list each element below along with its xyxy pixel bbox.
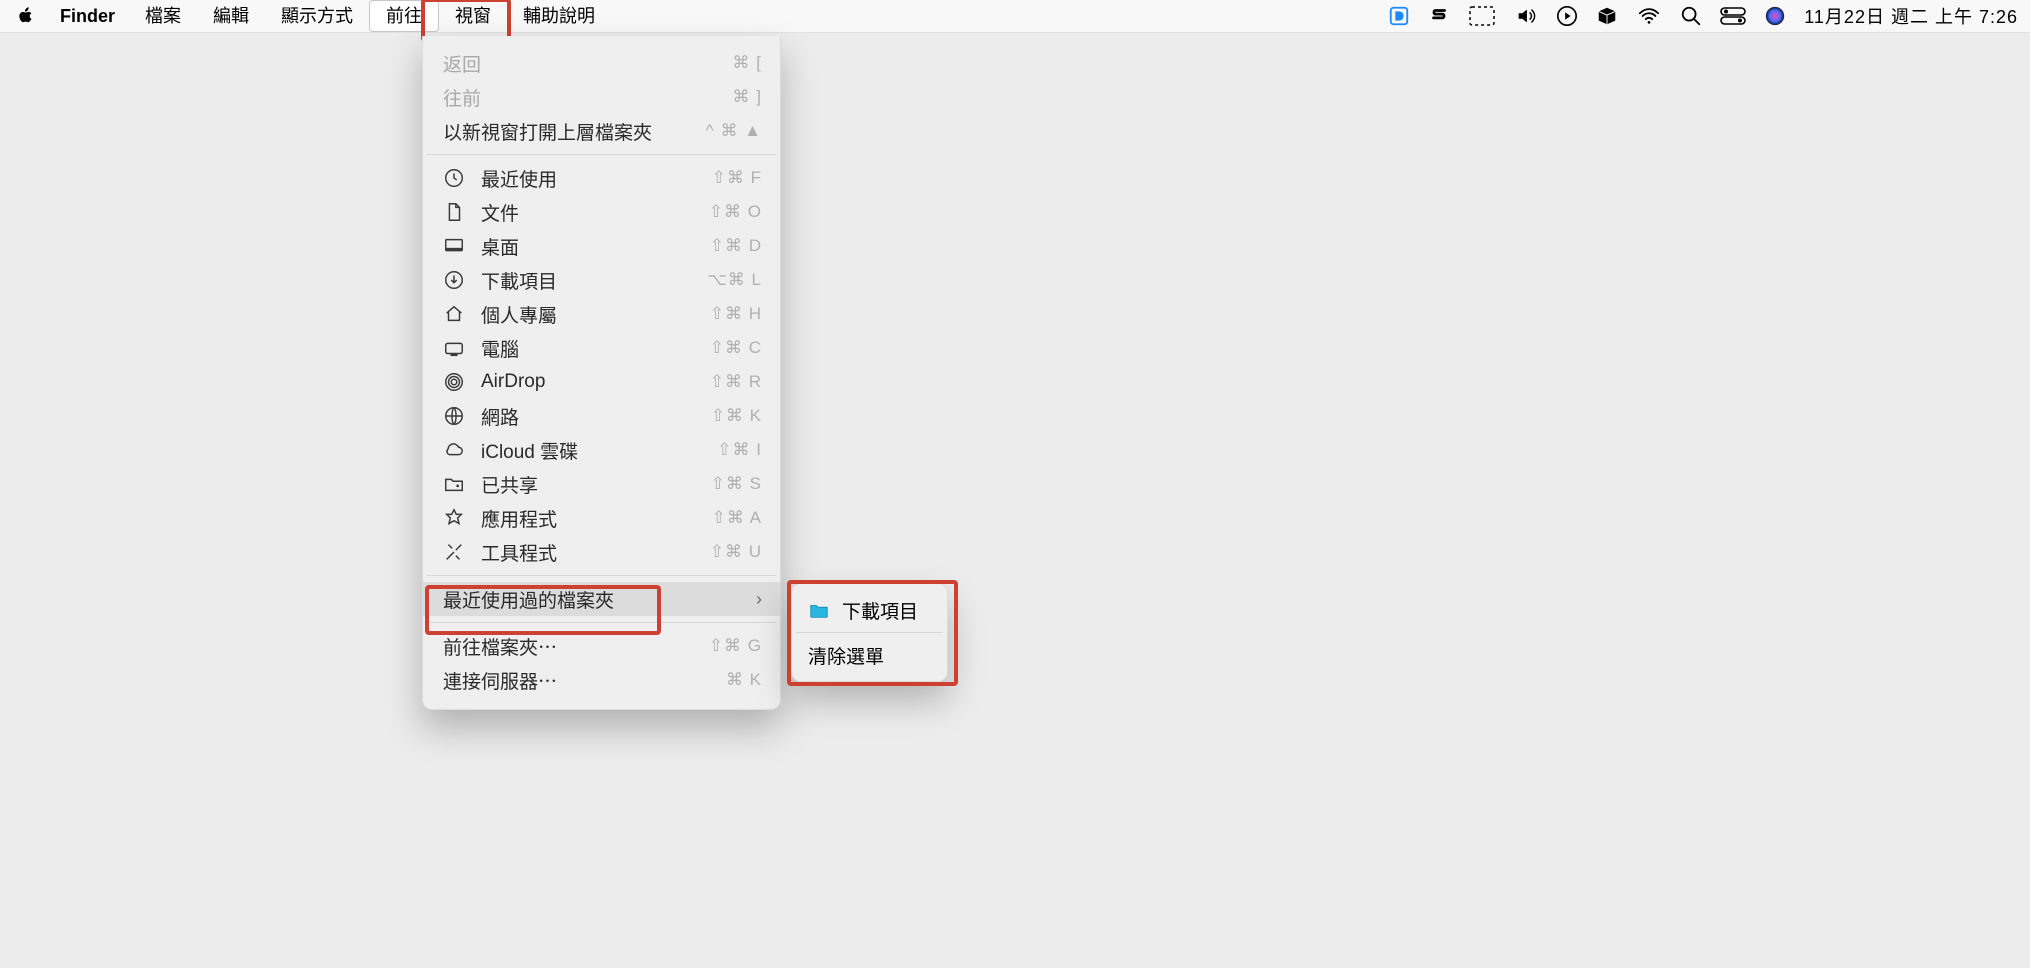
submenu-item-clear-menu[interactable]: 清除選單 (792, 639, 947, 671)
utilities-icon (443, 541, 465, 563)
menu-item-back[interactable]: 返回 ⌘ [ (423, 46, 780, 80)
computer-icon (443, 337, 465, 359)
menu-window[interactable]: 視窗 (439, 0, 507, 32)
menu-item-go-to-folder[interactable]: 前往檔案夾⋯ ⇧⌘ G (423, 629, 780, 663)
submenu-item-label: 清除選單 (808, 642, 884, 669)
menu-file[interactable]: 檔案 (129, 0, 197, 32)
menu-item-utilities[interactable]: 工具程式 ⇧⌘ U (423, 535, 780, 569)
menu-item-desktop[interactable]: 桌面 ⇧⌘ D (423, 229, 780, 263)
menu-item-shared[interactable]: 已共享 ⇧⌘ S (423, 467, 780, 501)
menu-item-enclosing-folder[interactable]: 以新視窗打開上層檔案夾 ^ ⌘ ▲ (423, 114, 780, 148)
menu-item-recent-folders[interactable]: 最近使用過的檔案夾 › (423, 582, 780, 616)
menu-item-connect-to-server[interactable]: 連接伺服器⋯ ⌘ K (423, 663, 780, 697)
menu-bar: Finder 檔案 編輯 顯示方式 前往 視窗 輔助說明 11月22日 週二 上… (0, 0, 2030, 33)
download-icon (443, 269, 465, 291)
menu-item-icloud[interactable]: iCloud 雲碟 ⇧⌘ I (423, 433, 780, 467)
menu-item-shortcut: ⌘ [ (733, 53, 762, 73)
apple-menu[interactable] (12, 6, 46, 26)
status-icon-control-center[interactable] (1720, 6, 1746, 26)
globe-icon (443, 405, 465, 427)
recent-folders-submenu: 下載項目 清除選單 (791, 583, 948, 682)
desktop-icon (443, 235, 465, 257)
clock-icon (443, 167, 465, 189)
menu-view[interactable]: 顯示方式 (265, 0, 369, 32)
status-icon-volume[interactable] (1514, 5, 1538, 27)
status-icon-app-d[interactable] (1388, 5, 1410, 27)
submenu-item-downloads[interactable]: 下載項目 (792, 594, 947, 626)
menu-app-finder[interactable]: Finder (46, 0, 129, 32)
menu-item-network[interactable]: 網路 ⇧⌘ K (423, 399, 780, 433)
menu-help[interactable]: 輔助說明 (507, 0, 611, 32)
menu-separator (427, 622, 776, 623)
menu-item-recents[interactable]: 最近使用 ⇧⌘ F (423, 161, 780, 195)
menu-item-home[interactable]: 個人專屬 ⇧⌘ H (423, 297, 780, 331)
chevron-right-icon: › (756, 589, 762, 610)
go-menu: 返回 ⌘ [ 往前 ⌘ ] 以新視窗打開上層檔案夾 ^ ⌘ ▲ 最近使用 ⇧⌘ … (422, 36, 781, 710)
applications-icon (443, 507, 465, 529)
status-icon-wifi[interactable] (1636, 5, 1662, 27)
status-icon-siri[interactable] (1764, 5, 1786, 27)
airdrop-icon (443, 371, 465, 393)
document-icon (443, 201, 465, 223)
home-icon (443, 303, 465, 325)
shared-folder-icon (443, 473, 465, 495)
status-icon-spotlight[interactable] (1680, 5, 1702, 27)
menu-item-forward[interactable]: 往前 ⌘ ] (423, 80, 780, 114)
menu-item-airdrop[interactable]: AirDrop ⇧⌘ R (423, 365, 780, 399)
menu-edit[interactable]: 編輯 (197, 0, 265, 32)
folder-icon (808, 599, 830, 621)
submenu-item-label: 下載項目 (842, 597, 918, 624)
menu-item-computer[interactable]: 電腦 ⇧⌘ C (423, 331, 780, 365)
status-icon-s[interactable] (1428, 5, 1450, 27)
status-icon-play[interactable] (1556, 5, 1578, 27)
status-icon-screenshot[interactable] (1468, 5, 1496, 27)
menu-bar-clock[interactable]: 11月22日 週二 上午 7:26 (1804, 3, 2018, 29)
menu-item-downloads[interactable]: 下載項目 ⌥⌘ L (423, 263, 780, 297)
menu-go[interactable]: 前往 (369, 0, 439, 32)
menu-separator (427, 575, 776, 576)
menu-separator (427, 154, 776, 155)
menu-item-applications[interactable]: 應用程式 ⇧⌘ A (423, 501, 780, 535)
menu-item-label: 返回 (443, 50, 733, 77)
status-icon-package[interactable] (1596, 5, 1618, 27)
menu-separator (796, 632, 943, 633)
cloud-icon (443, 439, 465, 461)
menu-item-documents[interactable]: 文件 ⇧⌘ O (423, 195, 780, 229)
